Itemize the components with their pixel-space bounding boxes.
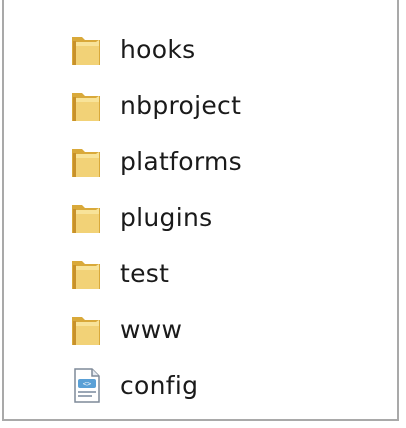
folder-icon [66, 197, 106, 237]
folder-icon [66, 253, 106, 293]
xml-file-icon: <> [66, 365, 106, 405]
svg-text:<>: <> [83, 380, 91, 388]
folder-icon [66, 141, 106, 181]
list-item-nbproject[interactable]: nbproject [66, 80, 241, 130]
list-item-hooks[interactable]: hooks [66, 24, 195, 74]
folder-icon [66, 29, 106, 69]
list-item-platforms[interactable]: platforms [66, 136, 242, 186]
item-label: hooks [120, 34, 196, 64]
item-label: test [120, 258, 170, 288]
list-item-test[interactable]: test [66, 248, 169, 298]
item-label: platforms [120, 146, 242, 176]
item-label: nbproject [120, 90, 242, 120]
item-label: www [120, 314, 183, 344]
folder-icon [66, 85, 106, 125]
item-label: plugins [120, 202, 213, 232]
item-label: config [120, 370, 199, 400]
list-item-plugins[interactable]: plugins [66, 192, 212, 242]
list-item-www[interactable]: www [66, 304, 182, 354]
folder-icon [66, 309, 106, 349]
file-list-pane: hooks nbproject platforms plugins test w… [2, 0, 399, 421]
list-item-config[interactable]: <> config [66, 360, 198, 410]
